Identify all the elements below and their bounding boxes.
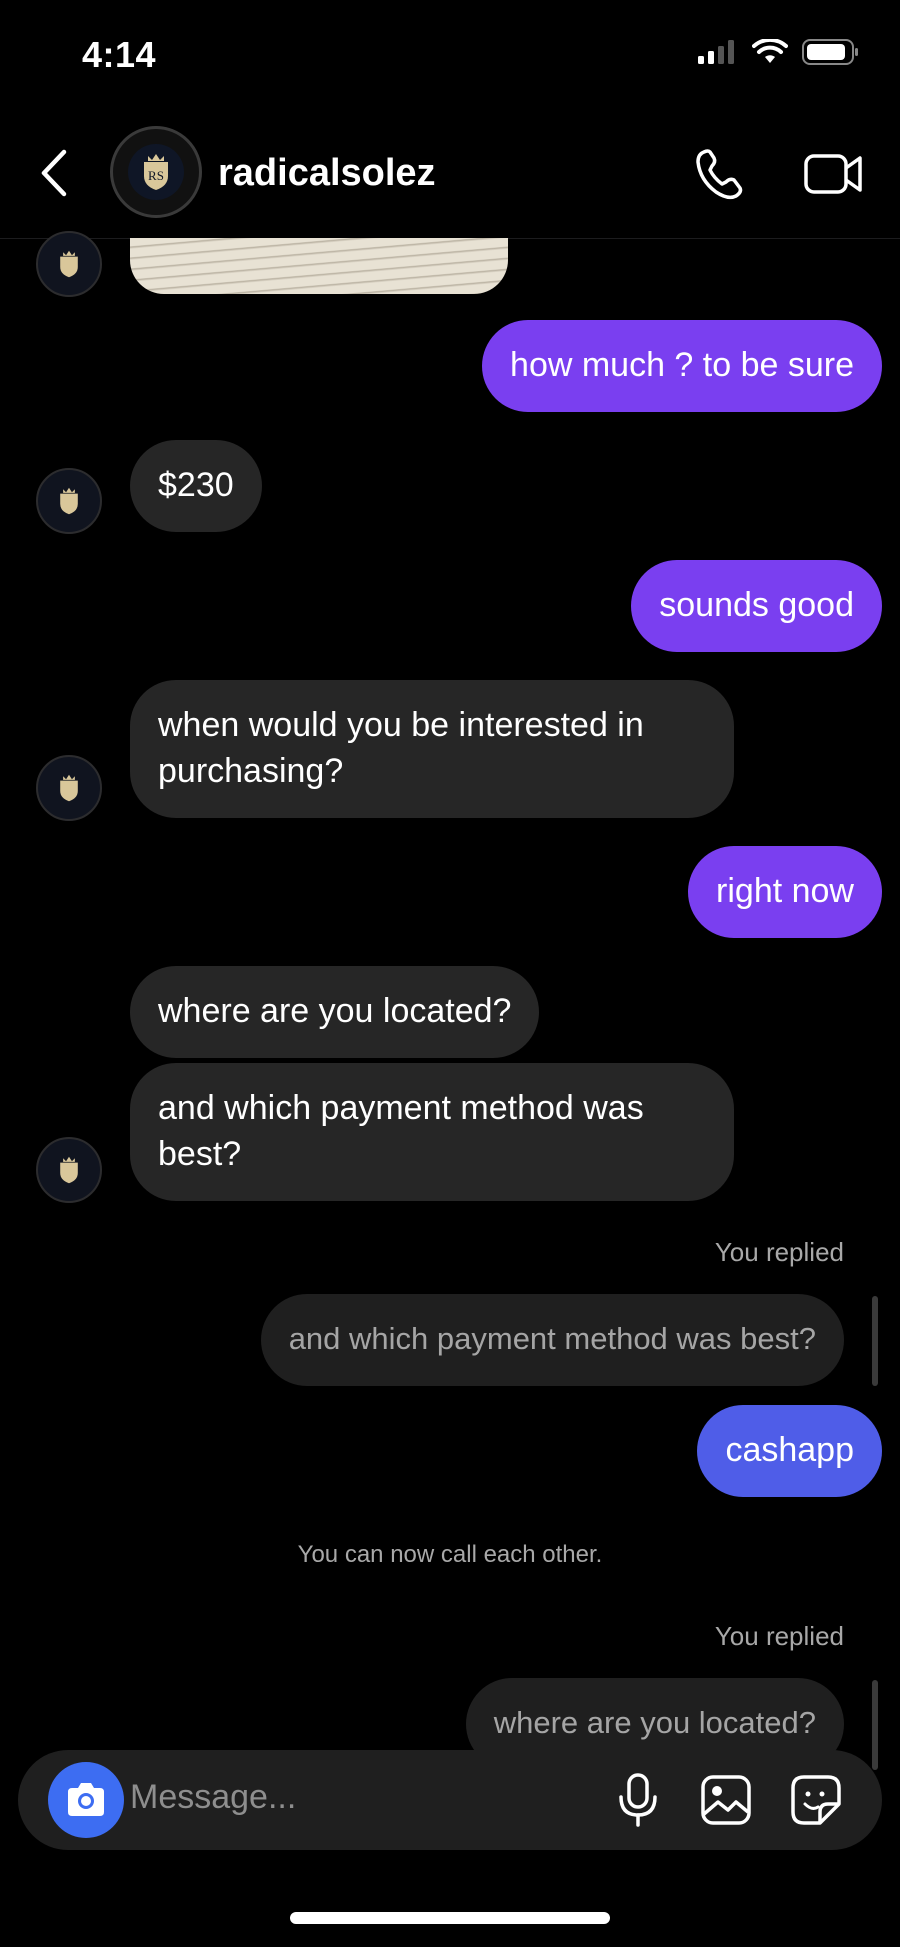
reply-indicator-bar <box>872 1296 878 1386</box>
crest-logo-icon <box>60 250 78 278</box>
chat-username[interactable]: radicalsolez <box>218 152 436 195</box>
message-incoming[interactable]: $230 <box>130 440 262 532</box>
gallery-icon <box>701 1775 751 1825</box>
sticker-icon <box>791 1775 841 1825</box>
replied-label: You replied <box>714 1237 844 1267</box>
home-indicator <box>290 1912 610 1924</box>
wifi-icon <box>752 39 788 63</box>
sender-avatar[interactable] <box>36 755 102 821</box>
sender-avatar[interactable] <box>36 468 102 534</box>
audio-call-button[interactable] <box>690 144 750 204</box>
crest-logo-icon <box>60 487 78 515</box>
video-call-button[interactable] <box>802 144 866 204</box>
back-button[interactable] <box>36 148 76 198</box>
message-line: when would you be interested in <box>158 706 644 744</box>
reply-indicator-bar <box>872 1680 878 1770</box>
shared-photo[interactable] <box>130 238 508 294</box>
message-outgoing[interactable]: right now <box>688 846 882 938</box>
message-input[interactable]: Message... <box>130 1778 296 1817</box>
crest-logo-icon <box>60 774 78 802</box>
status-icons <box>698 38 860 66</box>
message-outgoing[interactable]: sounds good <box>631 560 882 652</box>
message-incoming[interactable]: when would you be interested in purchasi… <box>130 680 734 818</box>
message-line: best? <box>158 1135 242 1173</box>
gallery-button[interactable] <box>696 1770 756 1830</box>
message-incoming[interactable]: where are you located? <box>130 966 540 1058</box>
profile-avatar[interactable]: RS <box>110 126 202 218</box>
microphone-icon <box>619 1773 657 1827</box>
camera-icon <box>68 1783 104 1816</box>
crest-logo-icon <box>60 1156 78 1184</box>
status-time: 4:14 <box>82 34 157 75</box>
chat-header: RS radicalsolez <box>0 100 900 239</box>
signal-icon <box>698 40 734 64</box>
camera-button[interactable] <box>48 1762 124 1838</box>
replied-label: You replied <box>714 1621 844 1651</box>
phone-icon <box>696 149 743 200</box>
voice-message-button[interactable] <box>608 1770 668 1830</box>
sticker-button[interactable] <box>786 1770 846 1830</box>
message-line: and which payment method was <box>158 1089 644 1127</box>
back-chevron-icon <box>41 149 67 197</box>
message-composer: Message... <box>18 1750 882 1850</box>
svg-text:RS: RS <box>148 168 164 183</box>
replied-quote[interactable]: and which payment method was best? <box>260 1294 844 1386</box>
message-line: purchasing? <box>158 752 344 790</box>
video-camera-icon <box>804 154 862 194</box>
sender-avatar[interactable] <box>36 231 102 297</box>
message-outgoing[interactable]: cashapp <box>697 1405 882 1497</box>
message-outgoing[interactable]: how much ? to be sure <box>482 320 882 412</box>
message-incoming[interactable]: and which payment method was best? <box>130 1063 734 1201</box>
crest-logo-icon: RS <box>128 144 184 200</box>
battery-icon <box>802 39 858 65</box>
system-note: You can now call each other. <box>297 1541 603 1568</box>
sender-avatar[interactable] <box>36 1137 102 1203</box>
